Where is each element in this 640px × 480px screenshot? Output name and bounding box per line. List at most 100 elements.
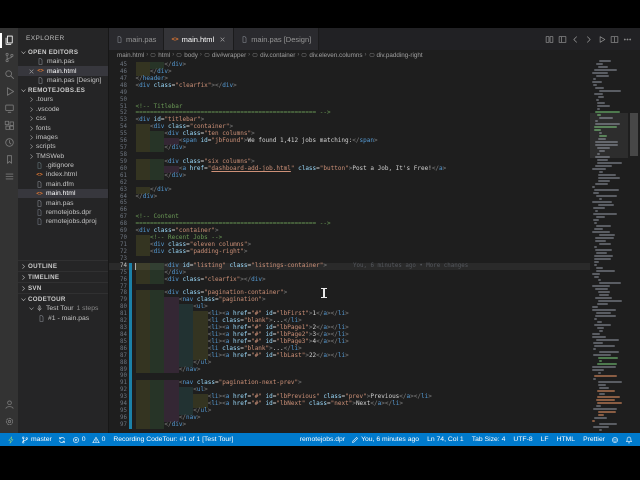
split-editor-icon[interactable] bbox=[608, 33, 621, 46]
explorer-icon[interactable] bbox=[0, 32, 18, 49]
code-line-85[interactable]: 85 < li >< a href = "#" id = "lbPage3" >4 </a ></li… bbox=[109, 338, 590, 346]
git-branch[interactable]: master bbox=[18, 433, 55, 446]
code-line-45[interactable]: 45 </div > bbox=[109, 61, 590, 69]
minimap-viewport[interactable] bbox=[590, 113, 628, 158]
source-control-icon[interactable] bbox=[0, 49, 18, 66]
eol[interactable]: LF bbox=[536, 433, 552, 446]
open-editors-header[interactable]: OPEN EDITORS bbox=[18, 47, 108, 57]
extensions-icon[interactable] bbox=[0, 117, 18, 134]
code-line-80[interactable]: 80 < ul > bbox=[109, 303, 590, 312]
breadcrumb-item[interactable]: div.padding-right bbox=[369, 52, 423, 59]
code-line-97[interactable]: 97 </div > bbox=[109, 421, 590, 429]
folder-header[interactable]: REMOTEJOBS.ES bbox=[18, 85, 108, 95]
gitlens-blame[interactable]: You, 6 minutes ago bbox=[348, 433, 422, 446]
code-line-65[interactable]: 65 bbox=[109, 200, 590, 207]
navigate-back-icon[interactable] bbox=[569, 33, 582, 46]
encoding[interactable]: UTF-8 bbox=[508, 433, 535, 446]
code-line-86[interactable]: 86 < li class = "blank" >... </li > bbox=[109, 345, 590, 353]
remote-explorer-icon[interactable] bbox=[0, 100, 18, 117]
tree-folder-.tours[interactable]: .tours bbox=[18, 95, 108, 104]
tab-main.pas [Design][interactable]: main.pas [Design] bbox=[234, 28, 320, 50]
todo-list-icon[interactable] bbox=[0, 168, 18, 185]
code-editor[interactable]: 45 </div >46 </div >47 </header >48 < div class =… bbox=[109, 60, 640, 433]
bookmarks-icon[interactable] bbox=[0, 151, 18, 168]
tree-file-.gitignore[interactable]: .gitignore bbox=[18, 161, 108, 170]
code-line-82[interactable]: 82 < li class = "blank" >... </li > bbox=[109, 317, 590, 326]
code-line-76[interactable]: 76 < div class = "clearfix" ></div > bbox=[109, 276, 590, 284]
code-line-91[interactable]: 91 < nav class = "pagination-next-prev" > bbox=[109, 379, 590, 388]
breadcrumb-item[interactable]: div.eleven.columns bbox=[301, 52, 363, 59]
code-line-64[interactable]: 64 </div > bbox=[109, 193, 590, 201]
code-line-79[interactable]: 79 < nav class = "pagination" > bbox=[109, 296, 590, 305]
open-changes-icon[interactable] bbox=[543, 33, 556, 46]
tree-file-main.dfm[interactable]: main.dfm bbox=[18, 180, 108, 189]
breadcrumb-item[interactable]: main.html bbox=[117, 52, 144, 59]
git-sync[interactable] bbox=[55, 433, 69, 446]
cursor-position[interactable]: Ln 74, Col 1 bbox=[422, 433, 467, 446]
close-icon[interactable] bbox=[28, 68, 35, 75]
code-line-94[interactable]: 94 < li >< a href = "#" id = "lbNext" class = "nex… bbox=[109, 400, 590, 409]
section-codetour[interactable]: CODETOUR bbox=[18, 293, 108, 304]
close-icon[interactable] bbox=[219, 36, 226, 43]
navigate-forward-icon[interactable] bbox=[582, 33, 595, 46]
tree-folder-images[interactable]: images bbox=[18, 133, 108, 142]
tree-file-index.html[interactable]: <> index.html bbox=[18, 170, 108, 179]
search-icon[interactable] bbox=[0, 66, 18, 83]
code-line-57[interactable]: 57 </div > bbox=[109, 144, 590, 152]
run-icon[interactable] bbox=[595, 33, 608, 46]
warnings[interactable]: 0 bbox=[89, 433, 109, 446]
settings-icon[interactable] bbox=[0, 413, 18, 430]
code-line-49[interactable]: 49 bbox=[109, 90, 590, 97]
codetour-step-item[interactable]: #1 - main.pas bbox=[18, 314, 108, 323]
code-line-48[interactable]: 48 < div class = "clearfix" ></div > bbox=[109, 82, 590, 90]
codetour-tour-item[interactable]: Test Tour 1 steps bbox=[18, 304, 108, 313]
tree-folder-css[interactable]: css bbox=[18, 114, 108, 123]
account-icon[interactable] bbox=[0, 396, 18, 413]
section-outline[interactable]: OUTLINE bbox=[18, 260, 108, 271]
codetour-status[interactable]: Recording CodeTour: #1 of 1 [Test Tour] bbox=[108, 433, 236, 446]
code-line-84[interactable]: 84 < li >< a href = "#" id = "lbPage2" >3 </a ></li… bbox=[109, 331, 590, 339]
code-line-66[interactable]: 66 bbox=[109, 207, 590, 214]
tree-folder-.vscode[interactable]: .vscode bbox=[18, 105, 108, 114]
open-preview-icon[interactable] bbox=[556, 33, 569, 46]
tree-file-remotejobs.dpr[interactable]: remotejobs.dpr bbox=[18, 208, 108, 217]
minimap[interactable] bbox=[590, 60, 628, 433]
formatter[interactable]: Prettier bbox=[578, 433, 608, 446]
code-line-81[interactable]: 81 < li >< a href = "#" id = "lbFirst" >1 </a ></li… bbox=[109, 310, 590, 319]
code-line-87[interactable]: 87 < li >< a href = "#" id = "lbLast" >22 </a ></li… bbox=[109, 352, 590, 360]
tree-folder-TMSWeb[interactable]: TMSWeb bbox=[18, 152, 108, 161]
code-line-89[interactable]: 89 </nav > bbox=[109, 366, 590, 374]
section-timeline[interactable]: TIMELINE bbox=[18, 271, 108, 282]
remote-indicator[interactable] bbox=[4, 433, 18, 446]
breadcrumb-item[interactable]: div.container bbox=[252, 52, 295, 59]
code-line-61[interactable]: 61 </div > bbox=[109, 172, 590, 180]
code-line-63[interactable]: 63 </div > bbox=[109, 186, 590, 194]
tree-folder-scripts[interactable]: scripts bbox=[18, 142, 108, 151]
breadcrumb-item[interactable]: html bbox=[150, 52, 170, 59]
code-line-83[interactable]: 83 < li >< a href = "#" id = "lbPage1" >2 </a ></li… bbox=[109, 324, 590, 332]
code-line-46[interactable]: 46 </div > bbox=[109, 68, 590, 76]
language-mode[interactable]: HTML bbox=[552, 433, 579, 446]
breadcrumb-item[interactable]: div#wrapper bbox=[204, 52, 246, 59]
notifications[interactable] bbox=[622, 433, 636, 446]
tab-main.html[interactable]: <> main.html bbox=[164, 28, 235, 50]
active-project[interactable]: remotejobs.dpr bbox=[295, 433, 348, 446]
feedback[interactable] bbox=[608, 433, 622, 446]
section-svn[interactable]: SVN bbox=[18, 282, 108, 293]
editor-scrollbar[interactable] bbox=[628, 60, 640, 433]
tree-file-main.html[interactable]: <> main.html bbox=[18, 189, 108, 199]
errors[interactable]: 0 bbox=[69, 433, 89, 446]
tab-size[interactable]: Tab Size: 4 bbox=[467, 433, 509, 446]
open-editor-item[interactable]: main.pas bbox=[18, 57, 108, 66]
code-line-72[interactable]: 72 < div class = "padding-right" > bbox=[109, 248, 590, 256]
more-actions-icon[interactable] bbox=[621, 33, 634, 46]
run-debug-icon[interactable] bbox=[0, 83, 18, 100]
breadcrumb-item[interactable]: body bbox=[176, 52, 198, 59]
tree-folder-fonts[interactable]: fonts bbox=[18, 123, 108, 132]
tree-file-main.pas[interactable]: main.pas bbox=[18, 198, 108, 207]
open-editor-item[interactable]: <> main.html bbox=[18, 66, 108, 76]
tab-main.pas[interactable]: main.pas bbox=[109, 28, 165, 50]
codetour-icon[interactable] bbox=[0, 134, 18, 151]
open-editor-item[interactable]: main.pas [Design] bbox=[18, 76, 108, 85]
tree-file-remotejobs.dproj[interactable]: remotejobs.dproj bbox=[18, 217, 108, 226]
